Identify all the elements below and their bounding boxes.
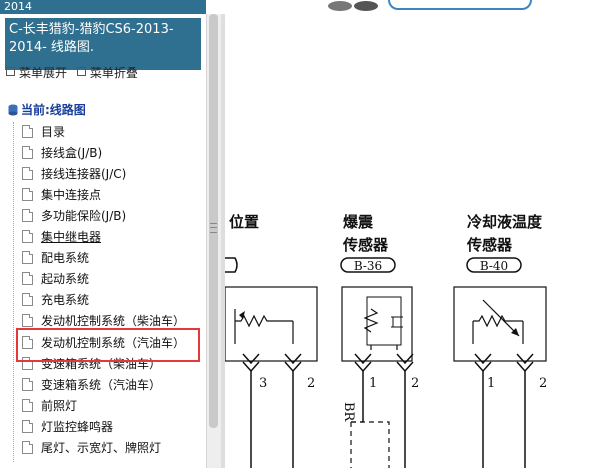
tree-guide-line — [13, 122, 15, 462]
top-strip: 2014 — [0, 0, 612, 14]
scrollbar-thumb[interactable] — [209, 14, 218, 428]
database-icon — [8, 104, 18, 116]
logo-icon — [328, 1, 378, 11]
tree-item[interactable]: 集中继电器 — [22, 227, 101, 248]
tree-item[interactable]: 起动系统 — [22, 269, 89, 290]
tree-item[interactable]: 灯监控蜂鸣器 — [22, 417, 113, 438]
tree-item[interactable]: 接线连接器(J/C) — [22, 164, 126, 185]
menu-expand-button[interactable]: 菜单展开 — [6, 64, 67, 81]
tree-item[interactable]: 变速箱系统（汽油车） — [22, 375, 161, 396]
pin-chevron-icon — [396, 353, 414, 365]
document-icon — [22, 399, 33, 412]
wiring-diagram: 位置 3 2 爆震 传感器 B-36 1 2 BR 冷却液温度 传感器 B-40… — [221, 213, 547, 468]
current-node-label: 当前:线路图 — [21, 103, 86, 117]
tree-item-label: 多功能保险(J/B) — [41, 209, 127, 223]
tree-item-label: 尾灯、示宽灯、牌照灯 — [41, 441, 162, 455]
document-icon — [22, 272, 33, 285]
pin-number: 1 — [487, 376, 495, 391]
pin-number: 1 — [369, 376, 377, 391]
document-icon — [22, 314, 33, 327]
tree-item-label: 起动系统 — [41, 272, 90, 286]
connector-id: B-40 — [480, 259, 508, 273]
sidebar: C-长丰猎豹-猎豹CS6-2013-2014- 线路图. 菜单展开 菜单折叠 当… — [0, 14, 206, 468]
tree-item-label: 目录 — [41, 125, 66, 139]
tree-item-label: 配电系统 — [41, 251, 90, 265]
pin-number: 2 — [539, 376, 547, 391]
pane-splitter[interactable] — [221, 14, 225, 468]
document-icon — [22, 378, 33, 391]
document-icon — [22, 441, 33, 454]
sidebar-title: C-长丰猎豹-猎豹CS6-2013-2014- 线路图. — [5, 18, 201, 70]
menu-bar: 菜单展开 菜单折叠 — [6, 64, 144, 81]
document-icon — [22, 146, 33, 159]
tree-item[interactable]: 集中连接点 — [22, 185, 101, 206]
tree-item[interactable]: 尾灯、示宽灯、牌照灯 — [22, 438, 161, 459]
sidebar-scrollbar[interactable] — [206, 14, 221, 468]
document-icon — [22, 251, 33, 264]
sensor-title: 位置 — [229, 213, 259, 231]
pin-number: 2 — [411, 376, 419, 391]
pin-number: 3 — [259, 376, 267, 391]
connector-id: B-36 — [354, 259, 382, 273]
menu-collapse-button[interactable]: 菜单折叠 — [76, 64, 138, 81]
sensor-subtitle: 传感器 — [342, 236, 389, 254]
tree-item-label: 集中继电器 — [41, 230, 102, 244]
expand-icon — [6, 67, 15, 76]
menu-collapse-label: 菜单折叠 — [89, 66, 138, 80]
potentiometer-icon — [235, 314, 271, 328]
pin-chevron-icon — [354, 353, 372, 365]
tree-item[interactable]: 多功能保险(J/B) — [22, 206, 126, 227]
sensor-subtitle: 传感器 — [466, 236, 513, 254]
selection-highlight — [16, 328, 200, 362]
pin-chevron-icon — [474, 353, 492, 365]
tree-item[interactable]: 充电系统 — [22, 290, 89, 311]
sensor-title: 爆震 — [343, 213, 374, 231]
shield-wire-dashed — [350, 421, 363, 468]
tree-item[interactable]: 前照灯 — [22, 396, 77, 417]
window-title: 2014 — [0, 0, 206, 14]
document-icon — [22, 293, 33, 306]
tree-item[interactable]: 配电系统 — [22, 248, 89, 269]
menu-expand-label: 菜单展开 — [19, 66, 68, 80]
scrollbar-grip-icon — [210, 223, 217, 233]
document-icon — [22, 209, 33, 222]
tree-item-label: 变速箱系统（汽油车） — [41, 378, 162, 392]
pin-number: 2 — [307, 376, 315, 391]
document-icon — [22, 167, 33, 180]
tree-item[interactable]: 目录 — [22, 122, 65, 143]
tree-item-label: 前照灯 — [41, 399, 78, 413]
pin-chevron-icon — [284, 353, 302, 365]
shield-wire-dashed — [351, 421, 390, 468]
current-node[interactable]: 当前:线路图 — [8, 101, 86, 118]
tree-item-label: 接线盒(J/B) — [41, 146, 103, 160]
sensor-box — [224, 286, 318, 362]
piezo-icon — [392, 316, 402, 328]
sensor-title: 冷却液温度 — [467, 213, 543, 231]
document-icon — [22, 230, 33, 243]
sensor-box — [453, 286, 547, 362]
wire-color-label: BR — [341, 402, 356, 423]
tree-item[interactable]: 接线盒(J/B) — [22, 143, 102, 164]
diagram-canvas: 位置 3 2 爆震 传感器 B-36 1 2 BR 冷却液温度 传感器 B-40… — [221, 14, 612, 468]
pin-chevron-icon — [516, 353, 534, 365]
pin-chevron-icon — [242, 353, 260, 365]
document-icon — [22, 420, 33, 433]
tree-item-label: 充电系统 — [41, 293, 90, 307]
document-icon — [22, 125, 33, 138]
tree-item-label: 灯监控蜂鸣器 — [41, 420, 114, 434]
tree-item-label: 发动机控制系统（柴油车） — [41, 314, 186, 328]
collapse-icon — [76, 67, 86, 76]
tree-item-label: 集中连接点 — [41, 188, 102, 202]
document-icon — [22, 188, 33, 201]
tree-item-label: 接线连接器(J/C) — [41, 167, 127, 181]
header-banner — [388, 0, 532, 10]
